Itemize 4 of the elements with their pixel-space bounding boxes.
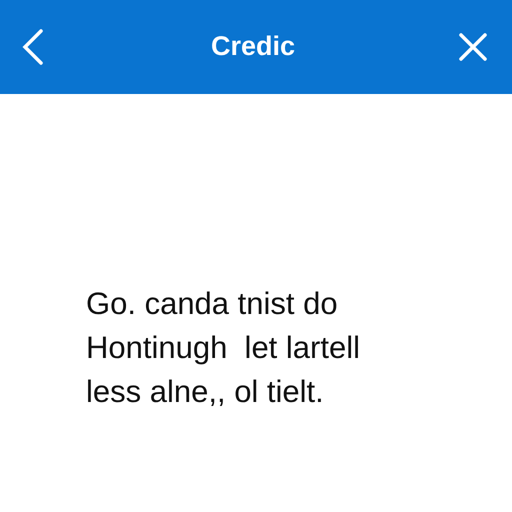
message-text: Go. canda tnist do Hontinugh let lartell less alne,, ol tielt. bbox=[86, 285, 361, 411]
back-icon bbox=[21, 28, 45, 66]
header-title: Credic bbox=[210, 30, 296, 62]
close-icon bbox=[458, 32, 488, 62]
